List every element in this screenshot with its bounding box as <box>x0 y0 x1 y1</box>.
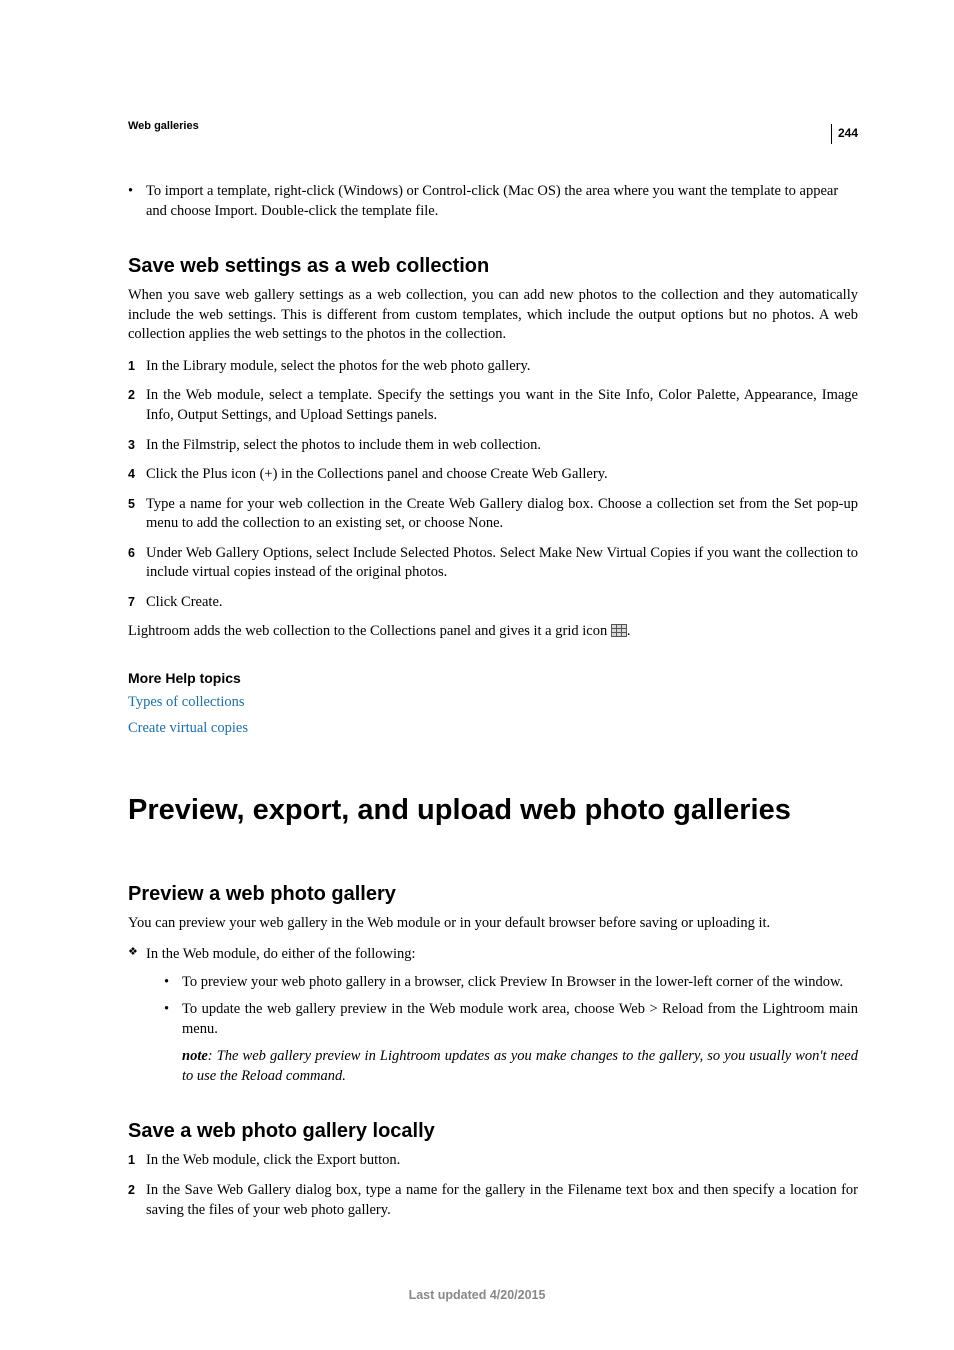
action-lead: In the Web module, do either of the foll… <box>146 946 416 962</box>
list-item: To preview your web photo gallery in a b… <box>164 973 858 993</box>
link-create-virtual-copies[interactable]: Create virtual copies <box>128 718 858 740</box>
note-text: : The web gallery preview in Lightroom u… <box>182 1048 858 1084</box>
list-item: Click Create. <box>128 593 858 613</box>
heading-save-gallery-locally: Save a web photo gallery locally <box>128 1120 858 1143</box>
list-item: In the Library module, select the photos… <box>128 357 858 377</box>
paragraph: When you save web gallery settings as a … <box>128 286 858 345</box>
footer-last-updated: Last updated 4/20/2015 <box>0 1288 954 1302</box>
link-types-of-collections[interactable]: Types of collections <box>128 692 858 714</box>
list-item: In the Web module, click the Export butt… <box>128 1151 858 1171</box>
list-item: In the Save Web Gallery dialog box, type… <box>128 1181 858 1220</box>
document-page: 244 Web galleries To import a template, … <box>0 0 954 1350</box>
list-item: In the Web module, do either of the foll… <box>128 945 858 1086</box>
list-item: In the Filmstrip, select the photos to i… <box>128 436 858 456</box>
heading-save-web-settings: Save web settings as a web collection <box>128 255 858 278</box>
list-item: In the Web module, select a template. Sp… <box>128 386 858 425</box>
more-help-heading: More Help topics <box>128 670 858 686</box>
intro-bullet-list: To import a template, right-click (Windo… <box>128 182 858 221</box>
paragraph: Lightroom adds the web collection to the… <box>128 622 858 642</box>
grid-icon <box>611 624 627 637</box>
list-item: To import a template, right-click (Windo… <box>128 182 858 221</box>
title-preview-export-upload: Preview, export, and upload web photo ga… <box>128 794 858 827</box>
closing-text-prefix: Lightroom adds the web collection to the… <box>128 623 611 639</box>
heading-preview-gallery: Preview a web photo gallery <box>128 883 858 906</box>
steps-list: In the Web module, click the Export butt… <box>128 1151 858 1220</box>
steps-list: In the Library module, select the photos… <box>128 357 858 613</box>
note: note: The web gallery preview in Lightro… <box>182 1047 858 1086</box>
note-label: note <box>182 1048 208 1064</box>
list-item: To update the web gallery preview in the… <box>164 1000 858 1039</box>
page-number: 244 <box>831 124 858 144</box>
action-list: In the Web module, do either of the foll… <box>128 945 858 1086</box>
list-item: Under Web Gallery Options, select Includ… <box>128 544 858 583</box>
paragraph: You can preview your web gallery in the … <box>128 914 858 934</box>
closing-text-suffix: . <box>627 623 631 639</box>
list-item: Type a name for your web collection in t… <box>128 495 858 534</box>
section-breadcrumb: Web galleries <box>128 120 858 132</box>
sub-bullet-list: To preview your web photo gallery in a b… <box>164 973 858 1040</box>
list-item: Click the Plus icon (+) in the Collectio… <box>128 465 858 485</box>
